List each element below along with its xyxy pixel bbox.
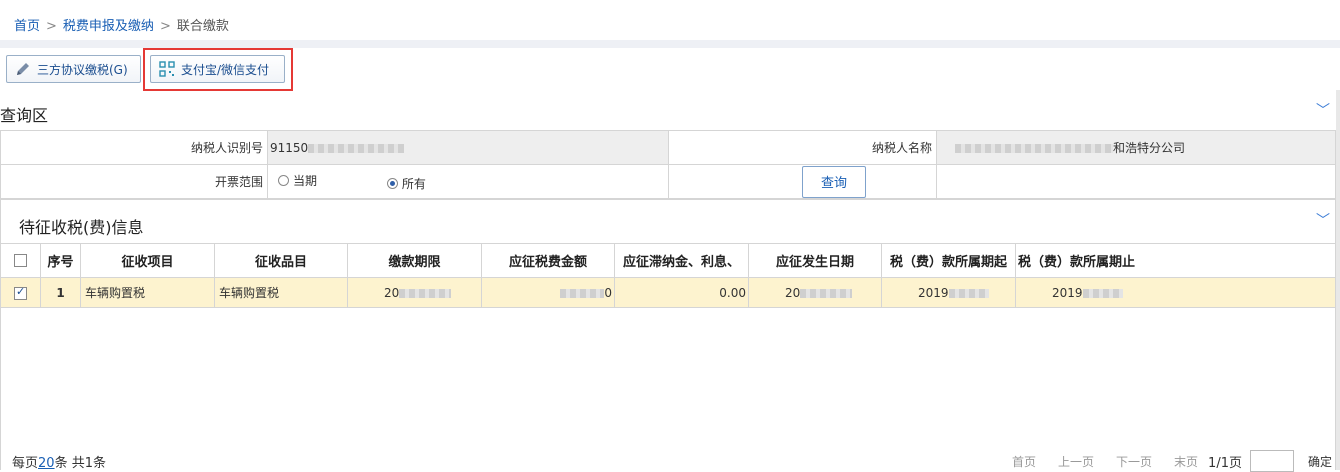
radio-all[interactable]: 所有 (386, 175, 426, 192)
scrollbar[interactable] (1336, 90, 1340, 470)
highlight-box (143, 48, 293, 91)
invoice-range-options: 当期 所有 (267, 164, 669, 199)
search-cell: 查询 (668, 164, 937, 199)
redacted-mask (560, 288, 605, 298)
row-amount-tail: 0 (604, 285, 612, 300)
breadcrumb-parent[interactable]: 税费申报及缴纳 (63, 19, 154, 34)
pencil-icon (15, 61, 31, 77)
column-header: 应征税费金额 (481, 243, 615, 278)
breadcrumb-home[interactable]: 首页 (14, 19, 40, 34)
redacted-mask (955, 144, 1113, 153)
invoice-range-label: 开票范围 (0, 164, 268, 199)
table-row[interactable]: 1 车辆购置税 车辆购置税 20 0 0.00 20 2019 2019 (0, 277, 1336, 308)
row-category: 车辆购置税 (214, 277, 348, 308)
breadcrumb-separator: > (46, 19, 57, 34)
breadcrumb-current: 联合缴款 (176, 19, 229, 34)
query-section-title: 查询区 (0, 106, 49, 125)
tripartite-pay-label: 三方协议缴税(G) (37, 62, 128, 77)
per-page-suffix: 条 共1条 (54, 456, 106, 471)
column-header: 缴款期限 (347, 243, 482, 278)
top-bar: 首页 > 税费申报及缴纳 > 联合缴款 (0, 0, 1340, 40)
query-form: 纳税人识别号 91150 纳税人名称 和浩特分公司 开票范围 当期 所有 查询 (0, 130, 1336, 199)
row-item: 车辆购置税 (80, 277, 215, 308)
pending-panel (0, 199, 1336, 470)
row-select-cell (0, 277, 41, 308)
redacted-mask (1082, 288, 1123, 298)
redacted-mask (948, 288, 989, 298)
taxpayer-id-field: 91150 (267, 130, 669, 165)
radio-label-current: 当期 (293, 173, 318, 188)
page-size-info: 每页20条 共1条 (12, 452, 106, 471)
taxpayer-name-field: 和浩特分公司 (936, 130, 1336, 165)
column-header: 税（费）款所属期止 (1015, 243, 1336, 278)
row-deadline-value: 20 (384, 285, 400, 300)
taxpayer-name-label: 纳税人名称 (668, 130, 937, 165)
redacted-mask (399, 288, 452, 298)
select-all-checkbox[interactable] (14, 254, 27, 267)
column-header: 征收项目 (80, 243, 215, 278)
row-occur-date: 20 (748, 277, 882, 308)
column-header: 征收品目 (214, 243, 348, 278)
pagination: 首页 上一页 下一页 末页 1/1页 确定 (990, 450, 1332, 472)
row-amount: 0 (481, 277, 615, 308)
redacted-mask (308, 143, 405, 153)
column-header: 序号 (40, 243, 81, 278)
taxpayer-id-label: 纳税人识别号 (0, 130, 268, 165)
row-checkbox[interactable] (14, 285, 27, 300)
radio-dot-selected (386, 177, 398, 189)
empty-cell (936, 164, 1336, 199)
confirm-page-button[interactable]: 确定 (1308, 453, 1332, 470)
redacted-mask (800, 288, 853, 298)
breadcrumb: 首页 > 税费申报及缴纳 > 联合缴款 (14, 15, 229, 34)
pending-section-title: 待征收税(费)信息 (19, 218, 144, 237)
page-number-input[interactable] (1249, 450, 1294, 472)
divider-bar (0, 40, 1340, 48)
select-all-cell (0, 243, 41, 278)
row-period-end: 2019 (1015, 277, 1336, 308)
column-header: 应征滞纳金、利息、 (614, 243, 749, 278)
row-period-start: 2019 (881, 277, 1016, 308)
radio-dot (278, 174, 289, 186)
last-page-link[interactable]: 末页 (1174, 453, 1198, 470)
taxpayer-id-value: 91150 (270, 140, 309, 155)
row-occur-date-value: 20 (785, 285, 801, 300)
collapse-query-chevron-icon[interactable]: ﹀ (1316, 100, 1330, 120)
prev-page-link[interactable]: 上一页 (1058, 453, 1094, 470)
row-period-start-value: 2019 (918, 285, 949, 300)
next-page-link[interactable]: 下一页 (1116, 453, 1152, 470)
first-page-link[interactable]: 首页 (1012, 453, 1036, 470)
radio-current-period[interactable]: 当期 (278, 172, 317, 189)
row-late-fee: 0.00 (614, 277, 749, 308)
radio-label-all: 所有 (401, 176, 426, 191)
breadcrumb-separator: > (159, 19, 171, 34)
pending-table: 序号 征收项目 征收品目 缴款期限 应征税费金额 应征滞纳金、利息、 应征发生日… (0, 243, 1336, 308)
per-page-prefix: 每页 (12, 456, 39, 471)
page-info: 1/1页 (1208, 455, 1242, 471)
collapse-pending-chevron-icon[interactable]: ﹀ (1316, 210, 1330, 230)
taxpayer-name-suffix: 和浩特分公司 (1113, 141, 1186, 155)
column-header: 应征发生日期 (748, 243, 882, 278)
per-page-link[interactable]: 20 (38, 456, 55, 471)
table-header-row: 序号 征收项目 征收品目 缴款期限 应征税费金额 应征滞纳金、利息、 应征发生日… (0, 243, 1336, 278)
row-deadline: 20 (347, 277, 482, 308)
tripartite-pay-button[interactable]: 三方协议缴税(G) (6, 55, 141, 83)
search-button[interactable]: 查询 (802, 165, 866, 198)
row-period-end-value: 2019 (1052, 285, 1083, 300)
column-header: 税（费）款所属期起 (881, 243, 1016, 278)
row-index: 1 (40, 277, 81, 308)
